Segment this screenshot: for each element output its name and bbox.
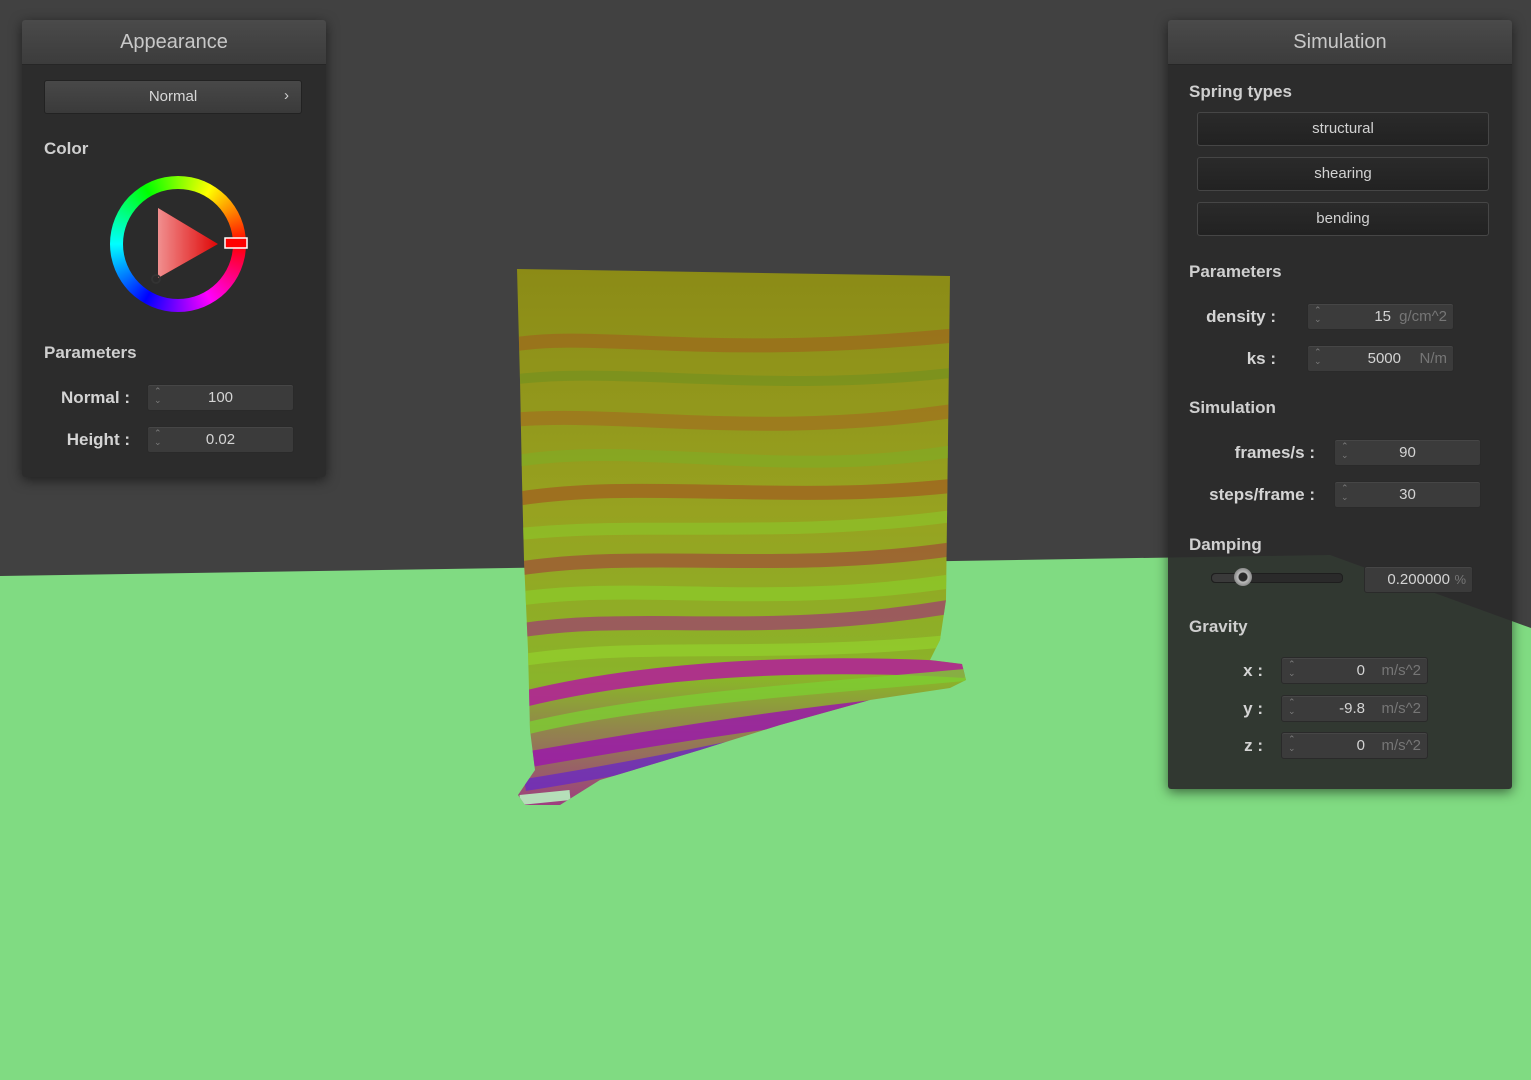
steps-label: steps/frame : [1209, 485, 1315, 504]
gravity-x-spinbox[interactable]: ⌃ ⌄ 0 m/s^2 [1281, 657, 1428, 684]
appearance-panel: Appearance Normal › Color Parameters Nor… [22, 20, 326, 477]
gravity-y-value: -9.8 [1339, 700, 1365, 717]
gravity-x-value: 0 [1356, 662, 1365, 679]
damping-slider[interactable] [1211, 568, 1343, 586]
gravity-z-label: z : [1244, 736, 1263, 755]
spinner-arrows-icon[interactable]: ⌃ ⌄ [1314, 306, 1322, 324]
ks-label: ks : [1246, 349, 1276, 368]
bending-button[interactable]: bending [1197, 202, 1489, 236]
density-value: 15 [1374, 308, 1391, 325]
gravity-x-unit: m/s^2 [1381, 662, 1421, 679]
damping-unit: % [1454, 572, 1466, 587]
ks-value: 5000 [1367, 350, 1401, 367]
spinner-arrows-icon[interactable]: ⌃ ⌄ [1288, 698, 1296, 716]
appearance-parameters-label: Parameters [44, 343, 137, 362]
gravity-z-spinbox[interactable]: ⌃ ⌄ 0 m/s^2 [1281, 732, 1428, 759]
simulation-parameters-label: Parameters [1189, 262, 1282, 281]
density-spinbox[interactable]: ⌃ ⌄ 15 g/cm^2 [1307, 303, 1454, 330]
gravity-y-spinbox[interactable]: ⌃ ⌄ -9.8 m/s^2 [1281, 695, 1428, 722]
gravity-z-value: 0 [1356, 737, 1365, 754]
normal-value: 100 [207, 389, 234, 406]
height-value: 0.02 [205, 431, 236, 448]
gravity-y-unit: m/s^2 [1381, 700, 1421, 717]
damping-slider-knob[interactable] [1234, 568, 1253, 586]
damping-label: Damping [1189, 535, 1262, 554]
height-spinbox[interactable]: ⌃ ⌄ 0.02 [147, 426, 294, 453]
render-mode-button[interactable]: Normal › [44, 80, 302, 114]
gravity-label: Gravity [1189, 617, 1248, 636]
normal-spinbox[interactable]: ⌃ ⌄ 100 [147, 384, 294, 411]
spinner-arrows-icon[interactable]: ⌃ ⌄ [1288, 735, 1296, 753]
hue-marker [224, 237, 248, 249]
gravity-z-unit: m/s^2 [1381, 737, 1421, 754]
steps-value: 30 [1399, 486, 1416, 503]
color-wheel-icon[interactable] [108, 174, 248, 314]
spring-types-label: Spring types [1189, 82, 1292, 101]
damping-value: 0.200000 [1387, 571, 1450, 588]
simulation-section-label: Simulation [1189, 398, 1276, 417]
gravity-x-label: x : [1243, 661, 1263, 680]
damping-textbox[interactable]: 0.200000 % [1364, 566, 1473, 593]
structural-button[interactable]: structural [1197, 112, 1489, 146]
height-label: Height : [66, 430, 130, 449]
steps-spinbox[interactable]: ⌃ ⌄ 30 [1334, 481, 1481, 508]
shearing-button[interactable]: shearing [1197, 157, 1489, 191]
render-mode-label: Normal [148, 88, 198, 105]
normal-label: Normal : [61, 388, 130, 407]
fps-value: 90 [1399, 444, 1416, 461]
spinner-arrows-icon[interactable]: ⌃ ⌄ [1288, 660, 1296, 678]
simulation-panel: Simulation Spring types structural shear… [1168, 20, 1512, 789]
spinner-arrows-icon[interactable]: ⌃ ⌄ [1314, 348, 1322, 366]
fps-label: frames/s : [1234, 443, 1315, 462]
color-section-label: Color [44, 139, 89, 158]
gravity-y-label: y : [1243, 699, 1263, 718]
density-unit: g/cm^2 [1399, 308, 1447, 325]
density-label: density : [1206, 307, 1276, 326]
ks-spinbox[interactable]: ⌃ ⌄ 5000 N/m [1307, 345, 1454, 372]
chevron-right-icon: › [284, 87, 289, 104]
fps-spinbox[interactable]: ⌃ ⌄ 90 [1334, 439, 1481, 466]
simulation-panel-title: Simulation [1168, 20, 1512, 65]
appearance-panel-title: Appearance [22, 20, 326, 65]
ks-unit: N/m [1419, 350, 1448, 367]
